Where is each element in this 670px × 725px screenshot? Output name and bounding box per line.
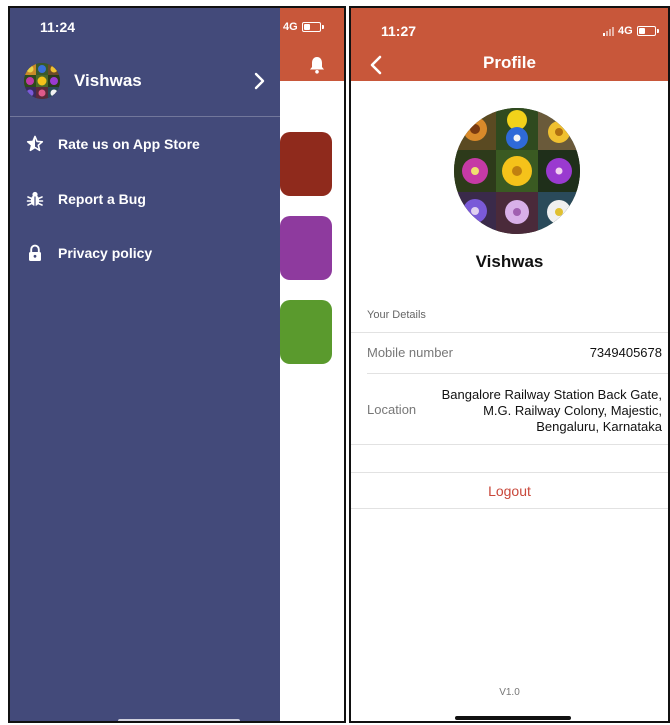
profile-avatar[interactable] — [454, 108, 580, 234]
mobile-number-label: Mobile number — [367, 345, 453, 360]
location-line: M.G. Railway Colony, Majestic, — [483, 403, 662, 418]
navigation-drawer: 11:24 Vishwas Rate us on App Store Repor… — [10, 8, 280, 721]
home-indicator — [118, 719, 240, 721]
network-label: 4G — [283, 21, 298, 33]
divider — [351, 472, 668, 473]
drawer-profile-row[interactable]: Vishwas — [24, 62, 266, 100]
logout-button[interactable]: Logout — [351, 483, 668, 499]
location-label: Location — [367, 402, 417, 417]
avatar[interactable] — [24, 63, 60, 99]
battery-icon — [301, 22, 324, 32]
status-bar-indicators: 4G — [603, 25, 659, 37]
menu-item-label: Report a Bug — [58, 191, 146, 207]
your-details-label: Your Details — [367, 309, 426, 321]
home-indicator — [455, 716, 571, 720]
status-time: 11:27 — [381, 23, 417, 39]
star-icon — [26, 135, 44, 152]
bell-icon[interactable] — [309, 56, 325, 74]
location-line: Bangalore Railway Station Back Gate, — [441, 387, 662, 402]
home-card-purple[interactable] — [280, 216, 332, 280]
location-value: Bangalore Railway Station Back Gate, M.G… — [442, 387, 662, 435]
mobile-number-value: 7349405678 — [589, 345, 662, 360]
menu-item-report-bug[interactable]: Report a Bug — [26, 185, 264, 213]
home-card-green[interactable] — [280, 300, 332, 364]
menu-item-label: Rate us on App Store — [58, 136, 200, 152]
profile-screen: 11:27 4G Profile Vishwas Your Details Mo… — [349, 6, 670, 723]
chevron-right-icon[interactable] — [252, 72, 266, 90]
home-card-red[interactable] — [280, 132, 332, 196]
page-title: Profile — [483, 53, 536, 72]
battery-icon — [636, 26, 659, 36]
profile-name: Vishwas — [475, 252, 544, 271]
menu-item-privacy-policy[interactable]: Privacy policy — [26, 239, 264, 267]
lock-icon — [29, 244, 41, 261]
location-line: Bengaluru, Karnataka — [536, 419, 662, 434]
drawer-screen: 4G 11:24 Vishwas Rate us on App Store Re… — [8, 6, 346, 723]
app-version: V1.0 — [499, 687, 520, 698]
divider — [351, 332, 668, 333]
network-label: 4G — [618, 25, 633, 37]
menu-item-rate-us[interactable]: Rate us on App Store — [26, 130, 264, 158]
status-time: 11:24 — [40, 19, 76, 35]
signal-icon — [603, 26, 614, 36]
divider — [351, 444, 668, 445]
profile-header-bar: 11:27 4G Profile — [351, 8, 668, 81]
bug-icon — [26, 191, 44, 206]
drawer-divider — [10, 116, 280, 117]
divider — [351, 508, 668, 509]
divider — [367, 373, 668, 374]
drawer-username: Vishwas — [74, 71, 142, 90]
menu-item-label: Privacy policy — [58, 245, 153, 261]
